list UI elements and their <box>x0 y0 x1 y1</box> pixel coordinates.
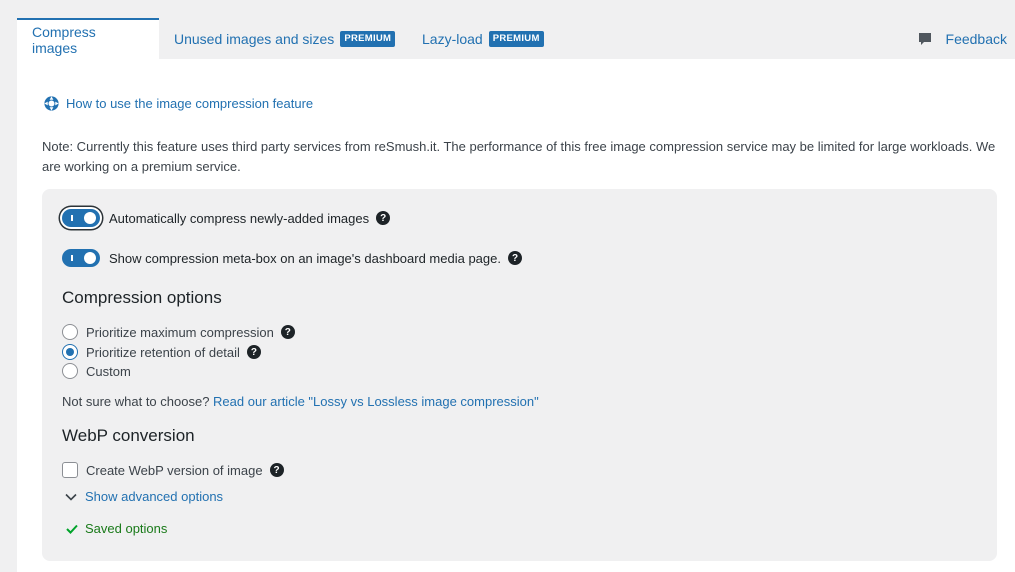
compression-heading: Compression options <box>62 288 222 307</box>
radio-label: Custom <box>86 363 131 379</box>
tab-label: Compress images <box>32 23 96 56</box>
webp-heading: WebP conversion <box>62 426 195 445</box>
webp-label: Create WebP version of image <box>86 462 263 478</box>
meta-box-label: Show compression meta-box on an image's … <box>109 250 501 266</box>
premium-badge: PREMIUM <box>340 30 396 47</box>
meta-box-toggle[interactable] <box>62 249 100 267</box>
help-icon[interactable]: ? <box>269 463 284 477</box>
feedback-label: Feedback <box>945 31 1007 47</box>
auto-compress-row: Automatically compress newly-added image… <box>62 209 391 227</box>
comment-icon <box>918 33 931 45</box>
radio-label: Prioritize maximum compression <box>86 324 274 340</box>
tab-label: Lazy-load <box>422 30 483 47</box>
radio-label: Prioritize retention of detail <box>86 344 240 360</box>
advanced-label: Show advanced options <box>85 489 224 504</box>
saved-status: Saved options <box>66 521 167 536</box>
howto-label: How to use the image compression feature <box>66 96 314 111</box>
lossy-article-link[interactable]: Read our article "Lossy vs Lossless imag… <box>213 394 539 409</box>
lifebuoy-icon <box>44 96 59 111</box>
tab-lazy-load[interactable]: Lazy-load PREMIUM <box>422 18 544 59</box>
howto-link[interactable]: How to use the image compression feature <box>43 95 313 112</box>
saved-label: Saved options <box>85 521 168 536</box>
auto-compress-toggle[interactable] <box>62 209 100 227</box>
help-icon[interactable]: ? <box>280 325 295 339</box>
radio-button[interactable] <box>62 363 78 379</box>
toggle-on-indicator <box>71 215 73 221</box>
tab-compress-images[interactable]: Compress images <box>17 18 159 59</box>
tab-label: Unused images and sizes <box>174 30 335 47</box>
radio-max-compression[interactable]: Prioritize maximum compression ? <box>62 324 295 340</box>
toggle-on-indicator <box>71 255 73 261</box>
compression-hint: Not sure what to choose? Read our articl… <box>62 394 539 409</box>
radio-button-checked[interactable] <box>62 344 78 360</box>
radio-custom[interactable]: Custom <box>62 363 131 379</box>
show-advanced-toggle[interactable]: Show advanced options <box>65 489 223 504</box>
help-icon[interactable]: ? <box>508 251 522 265</box>
radio-button[interactable] <box>62 324 78 340</box>
meta-box-row: Show compression meta-box on an image's … <box>62 249 522 267</box>
radio-retention[interactable]: Prioritize retention of detail ? <box>62 344 261 360</box>
premium-badge: PREMIUM <box>488 30 544 47</box>
feedback-link[interactable]: Feedback <box>918 31 1007 47</box>
tab-bar: Compress images Unused images and sizes … <box>0 0 1015 59</box>
help-icon[interactable]: ? <box>376 211 391 225</box>
help-icon[interactable]: ? <box>246 345 261 359</box>
webp-checkbox[interactable] <box>62 462 78 478</box>
toggle-knob <box>84 212 96 224</box>
main-panel: How to use the image compression feature… <box>17 59 1015 572</box>
chevron-down-icon <box>65 493 77 501</box>
auto-compress-label: Automatically compress newly-added image… <box>109 210 370 226</box>
tab-unused-images[interactable]: Unused images and sizes PREMIUM <box>174 18 396 59</box>
hint-text: Not sure what to choose? <box>62 394 210 409</box>
note-text: Note: Currently this feature uses third … <box>42 139 996 174</box>
webp-option-row[interactable]: Create WebP version of image ? <box>62 462 284 478</box>
toggle-knob <box>84 252 96 264</box>
settings-card: Automatically compress newly-added image… <box>42 189 997 561</box>
checkmark-icon <box>66 524 78 534</box>
